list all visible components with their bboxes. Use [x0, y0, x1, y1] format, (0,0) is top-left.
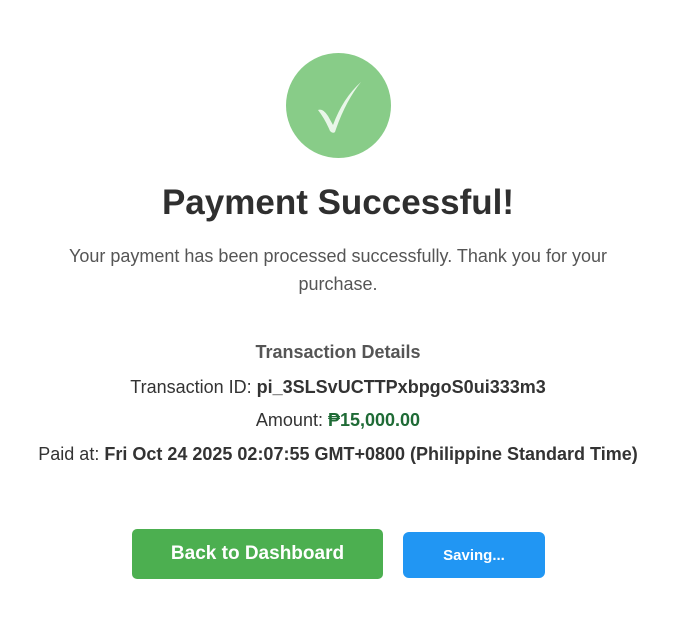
page-title: Payment Successful! [161, 183, 515, 222]
transaction-details-heading: Transaction Details [255, 342, 421, 362]
saving-button[interactable]: Saving... [403, 532, 545, 578]
paid-at-row: Paid at: Fri Oct 24 2025 02:07:55 GMT+08… [30, 440, 646, 469]
amount-row: Amount: ₱15,000.00 [30, 406, 646, 435]
payment-success-page: Payment Successful! Your payment has bee… [0, 0, 676, 644]
paid-at-label: Paid at: [38, 444, 100, 464]
transaction-id-label: Transaction ID: [130, 377, 252, 397]
transaction-id-row: Transaction ID: pi_3SLSvUCTTPxbpgoS0ui33… [30, 373, 646, 402]
back-to-dashboard-button[interactable]: Back to Dashboard [132, 529, 383, 579]
success-message: Your payment has been processed successf… [69, 246, 607, 294]
amount-label: Amount: [255, 410, 323, 430]
paid-at-value: Fri Oct 24 2025 02:07:55 GMT+0800 (Phili… [104, 444, 638, 464]
checkmark-icon [317, 81, 361, 133]
transaction-id-value: pi_3SLSvUCTTPxbpgoS0ui333m3 [256, 377, 546, 397]
amount-value: ₱15,000.00 [327, 410, 421, 430]
success-badge [286, 53, 391, 158]
